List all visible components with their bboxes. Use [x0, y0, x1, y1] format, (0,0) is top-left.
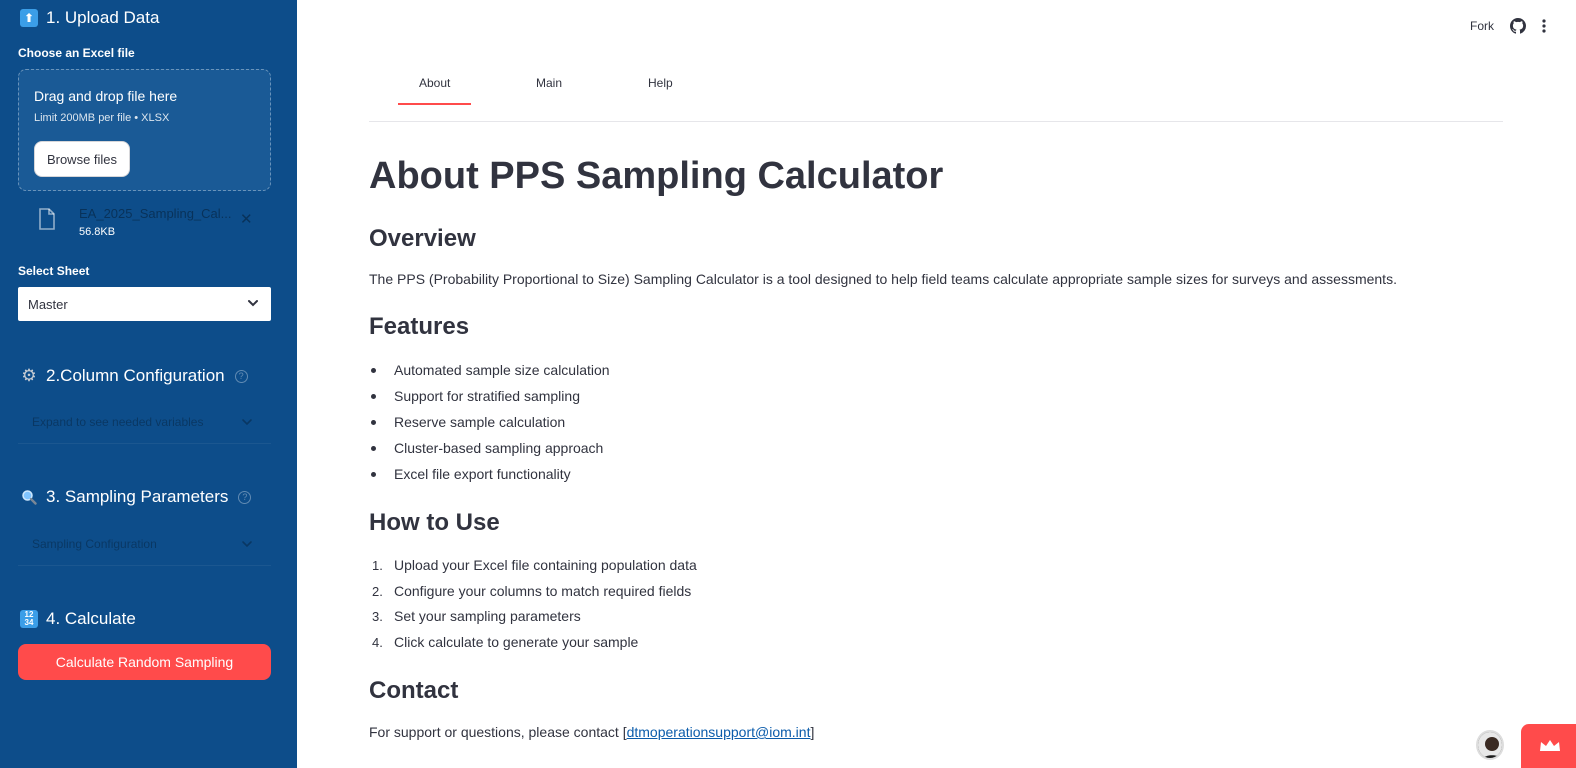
dropzone-limit: Limit 200MB per file • XLSX	[34, 112, 170, 124]
streamlit-badge[interactable]	[1521, 724, 1576, 768]
kebab-menu-icon[interactable]	[1540, 18, 1548, 34]
remove-file-icon[interactable]: ✕	[240, 210, 253, 228]
tab-main[interactable]: Main	[536, 76, 562, 90]
list-number: 1.	[372, 558, 383, 573]
calculate-title-text: 4. Calculate	[46, 609, 136, 628]
file-dropzone[interactable]: Drag and drop file here Limit 200MB per …	[18, 69, 271, 191]
chevron-down-icon	[242, 541, 252, 548]
overview-heading: Overview	[369, 225, 476, 252]
list-item: Click calculate to generate your sample	[394, 634, 639, 650]
upload-arrow-icon: ⬆	[20, 9, 38, 27]
sheet-select[interactable]: Master	[18, 287, 271, 321]
select-sheet-label: Select Sheet	[18, 264, 90, 278]
help-icon[interactable]: ?	[238, 490, 252, 504]
list-number: 3.	[372, 609, 383, 624]
list-number: 2.	[372, 584, 383, 599]
list-bullet	[371, 446, 376, 451]
github-icon[interactable]	[1510, 18, 1526, 34]
contact-text: For support or questions, please contact…	[369, 724, 814, 740]
uploaded-file: EA_2025_Sampling_Cal... 56.8KB ✕	[36, 204, 276, 242]
calculate-random-sampling-button[interactable]: Calculate Random Sampling	[18, 644, 271, 680]
tab-help[interactable]: Help	[648, 76, 673, 90]
sampling-config-expander-text: Sampling Configuration	[32, 537, 157, 551]
chevron-down-icon	[242, 419, 252, 426]
list-bullet	[371, 394, 376, 399]
sheet-select-value: Master	[28, 297, 68, 312]
chevron-down-icon	[248, 300, 258, 307]
browse-files-button[interactable]: Browse files	[34, 141, 130, 177]
sampling-config-expander[interactable]: Sampling Configuration	[18, 522, 271, 566]
list-item: Automated sample size calculation	[394, 362, 610, 378]
crown-icon	[1540, 740, 1560, 751]
column-config-expander-text: Expand to see needed variables	[32, 415, 204, 429]
column-config-title-text: 2.Column Configuration	[46, 366, 225, 385]
support-email-link[interactable]: dtmoperationsupport@iom.int	[627, 724, 811, 740]
tab-about[interactable]: About	[397, 76, 472, 105]
calculate-section-title: 12 34 4. Calculate	[20, 609, 136, 629]
list-item: Reserve sample calculation	[394, 414, 566, 430]
uploaded-file-name: EA_2025_Sampling_Cal...	[79, 206, 232, 221]
list-bullet	[371, 368, 376, 373]
top-toolbar: Fork	[1470, 18, 1548, 34]
list-item: Set your sampling parameters	[394, 608, 581, 624]
file-icon	[39, 208, 55, 230]
avatar[interactable]	[1476, 730, 1504, 760]
tab-bar: About Main Help	[369, 68, 1503, 122]
list-bullet	[371, 420, 376, 425]
contact-heading: Contact	[369, 677, 459, 704]
contact-suffix: ]	[810, 724, 815, 740]
features-heading: Features	[369, 313, 470, 340]
input-numbers-icon: 12 34	[20, 610, 38, 628]
column-config-expander[interactable]: Expand to see needed variables	[18, 400, 271, 444]
upload-title-text: 1. Upload Data	[46, 8, 160, 27]
list-item: Configure your columns to match required…	[394, 583, 692, 599]
list-item: Support for stratified sampling	[394, 388, 580, 404]
contact-prefix: For support or questions, please contact…	[369, 724, 627, 740]
magnifier-icon	[20, 488, 38, 506]
sampling-params-title: 3. Sampling Parameters ?	[20, 487, 252, 507]
help-icon[interactable]: ?	[234, 369, 248, 383]
uploaded-file-size: 56.8KB	[79, 226, 116, 238]
list-item: Cluster-based sampling approach	[394, 440, 604, 456]
sampling-params-title-text: 3. Sampling Parameters	[46, 487, 229, 506]
gear-icon: ⚙	[21, 366, 37, 385]
fork-link[interactable]: Fork	[1470, 19, 1494, 33]
how-to-use-heading: How to Use	[369, 509, 500, 536]
column-config-title: ⚙ 2.Column Configuration ?	[20, 366, 248, 386]
list-number: 4.	[372, 635, 383, 650]
list-item: Excel file export functionality	[394, 466, 571, 482]
upload-section-title: ⬆ 1. Upload Data	[20, 8, 159, 28]
dropzone-title: Drag and drop file here	[34, 88, 178, 104]
list-item: Upload your Excel file containing popula…	[394, 557, 697, 573]
file-uploader-label: Choose an Excel file	[18, 46, 135, 60]
overview-text: The PPS (Probability Proportional to Siz…	[369, 271, 1397, 287]
sidebar: ⬆ 1. Upload Data Choose an Excel file Dr…	[0, 0, 297, 768]
page-title: About PPS Sampling Calculator	[369, 155, 944, 197]
list-bullet	[371, 472, 376, 477]
